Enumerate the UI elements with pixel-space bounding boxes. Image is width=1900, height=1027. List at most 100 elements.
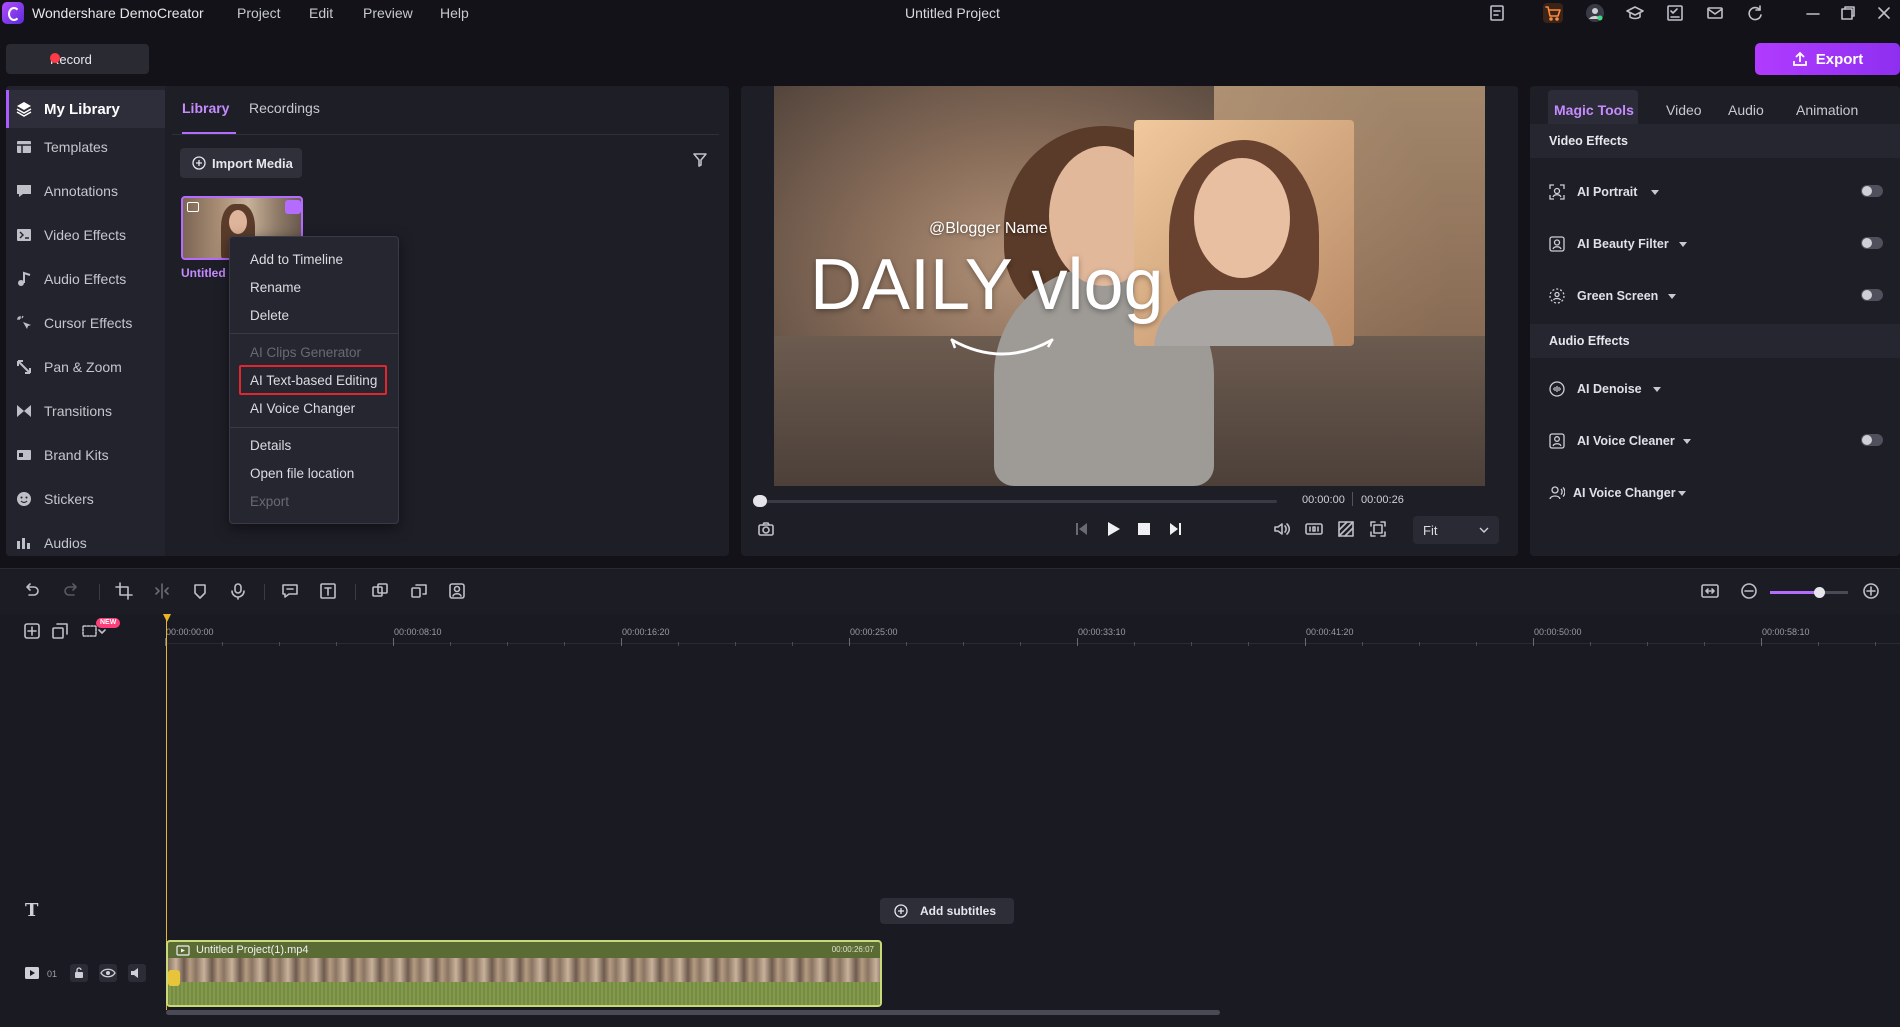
fit-timeline-icon[interactable] — [1701, 582, 1719, 600]
tab-library[interactable]: Library — [182, 100, 229, 116]
ai-voice-cleaner-toggle[interactable] — [1861, 434, 1883, 446]
tool-ai-voice-cleaner[interactable]: AI Voice Cleaner — [1530, 420, 1900, 462]
mail-icon[interactable] — [1705, 3, 1725, 23]
restore-icon[interactable] — [1838, 3, 1858, 23]
tool-green-screen[interactable]: Green Screen — [1530, 275, 1900, 317]
tab-animation[interactable]: Animation — [1796, 102, 1858, 118]
zoom-in-icon[interactable] — [1862, 582, 1880, 600]
mute-icon[interactable] — [128, 964, 146, 982]
step-back-icon[interactable] — [1073, 520, 1091, 538]
group-icon[interactable] — [371, 582, 389, 600]
ai-avatar-icon[interactable] — [448, 582, 466, 600]
import-media-button[interactable]: Import Media — [180, 148, 302, 178]
account-icon[interactable] — [1585, 3, 1605, 23]
sync-icon[interactable] — [1745, 3, 1765, 23]
stop-icon[interactable] — [1135, 520, 1153, 538]
sidebar-item-annotations[interactable]: Annotations — [6, 172, 165, 210]
caption-icon[interactable] — [281, 582, 299, 600]
menu-item-rename[interactable]: Rename — [250, 280, 301, 295]
sidebar-item-pan-zoom[interactable]: Pan & Zoom — [6, 348, 165, 386]
volume-icon[interactable] — [1273, 520, 1291, 538]
tab-audio[interactable]: Audio — [1728, 102, 1764, 118]
video-clip[interactable]: Untitled Project(1).mp4 00:00:26:07 — [166, 940, 882, 1007]
sidebar-item-cursor-effects[interactable]: Cursor Effects — [6, 304, 165, 342]
caret-down-icon[interactable] — [1668, 294, 1676, 299]
green-screen-toggle[interactable] — [1861, 289, 1883, 301]
clip-trim-handle[interactable] — [168, 970, 180, 986]
ai-beauty-filter-toggle[interactable] — [1861, 237, 1883, 249]
safe-zone-icon[interactable] — [1337, 520, 1355, 538]
overlay-blogger-name[interactable]: @Blogger Name — [929, 220, 1048, 238]
add-subtitles-button[interactable]: Add subtitles — [880, 898, 1014, 924]
tab-magic-tools[interactable]: Magic Tools — [1554, 102, 1634, 118]
visibility-icon[interactable] — [99, 964, 117, 982]
caret-down-icon[interactable] — [1678, 491, 1686, 496]
play-icon[interactable] — [1104, 520, 1122, 538]
menu-edit[interactable]: Edit — [309, 5, 333, 21]
sidebar-item-audios[interactable]: Audios — [6, 524, 165, 556]
menu-help[interactable]: Help — [440, 5, 469, 21]
sidebar-item-brand-kits[interactable]: Brand Kits — [6, 436, 165, 474]
zoom-fit-select[interactable]: Fit — [1413, 516, 1499, 544]
split-icon[interactable] — [153, 582, 171, 600]
ai-portrait-toggle[interactable] — [1861, 185, 1883, 197]
sidebar-item-templates[interactable]: Templates — [6, 128, 165, 166]
tool-ai-portrait[interactable]: AI Portrait — [1530, 171, 1900, 213]
lock-icon[interactable] — [70, 964, 88, 982]
menu-item-ai-voice-changer[interactable]: AI Voice Changer — [250, 401, 355, 416]
sidebar-item-my-library[interactable]: My Library — [6, 90, 165, 128]
tool-ai-beauty-filter[interactable]: AI Beauty Filter — [1530, 223, 1900, 265]
snapshot-icon[interactable] — [757, 520, 775, 538]
multi-track-icon[interactable] — [410, 582, 428, 600]
caret-down-icon[interactable] — [1683, 439, 1691, 444]
tool-ai-denoise[interactable]: AI Denoise — [1530, 368, 1900, 410]
sidebar-item-audio-effects[interactable]: Audio Effects — [6, 260, 165, 298]
undo-icon[interactable] — [23, 582, 41, 600]
redo-icon[interactable] — [62, 582, 80, 600]
marker-icon[interactable] — [191, 582, 209, 600]
record-button[interactable]: Record — [6, 44, 149, 74]
progress-bar[interactable] — [757, 500, 1277, 503]
crop-icon[interactable] — [115, 582, 133, 600]
sidebar-item-video-effects[interactable]: Video Effects — [6, 216, 165, 254]
overlay-title[interactable]: DAILY vlog — [810, 244, 1164, 326]
tab-recordings[interactable]: Recordings — [249, 100, 320, 116]
aspect-ratio-icon[interactable] — [1305, 520, 1323, 538]
filter-icon[interactable] — [692, 152, 708, 168]
add-track-icon[interactable] — [24, 623, 40, 639]
microphone-icon[interactable] — [229, 582, 247, 600]
tool-ai-voice-changer[interactable]: AI Voice Changer — [1530, 472, 1900, 514]
menu-item-add-to-timeline[interactable]: Add to Timeline — [250, 252, 343, 267]
notes-icon[interactable] — [1487, 3, 1507, 23]
caret-down-icon[interactable] — [1653, 387, 1661, 392]
track-manager-icon[interactable] — [52, 623, 68, 639]
progress-handle[interactable] — [753, 495, 767, 507]
tab-video[interactable]: Video — [1666, 102, 1702, 118]
zoom-slider-handle[interactable] — [1814, 587, 1825, 598]
menu-item-details[interactable]: Details — [250, 438, 291, 453]
menu-project[interactable]: Project — [237, 5, 281, 21]
fullscreen-icon[interactable] — [1369, 520, 1387, 538]
close-icon[interactable] — [1874, 3, 1894, 23]
playhead-handle[interactable] — [163, 614, 171, 622]
time-current: 00:00:00 — [1302, 494, 1345, 506]
text-box-icon[interactable] — [319, 582, 337, 600]
timeline-scrollbar[interactable] — [166, 1010, 1220, 1015]
learn-icon[interactable] — [1625, 3, 1645, 23]
sidebar-item-transitions[interactable]: Transitions — [6, 392, 165, 430]
minimize-icon[interactable] — [1803, 3, 1823, 23]
menu-preview[interactable]: Preview — [363, 5, 413, 21]
cart-icon[interactable] — [1543, 3, 1563, 23]
sidebar-item-stickers[interactable]: Stickers — [6, 480, 165, 518]
timeline-ruler[interactable]: 00:00:00:00 00:00:08:10 00:00:16:20 00:00:2… — [165, 614, 1900, 646]
tasks-icon[interactable] — [1665, 3, 1685, 23]
picture-in-picture[interactable] — [1134, 120, 1354, 346]
zoom-out-icon[interactable] — [1740, 582, 1758, 600]
step-forward-icon[interactable] — [1166, 520, 1184, 538]
caret-down-icon[interactable] — [1651, 190, 1659, 195]
menu-item-delete[interactable]: Delete — [250, 308, 289, 323]
video-canvas[interactable]: @Blogger Name DAILY vlog — [774, 86, 1485, 486]
menu-item-open-file-location[interactable]: Open file location — [250, 466, 354, 481]
export-button[interactable]: Export — [1755, 43, 1900, 75]
caret-down-icon[interactable] — [1679, 242, 1687, 247]
